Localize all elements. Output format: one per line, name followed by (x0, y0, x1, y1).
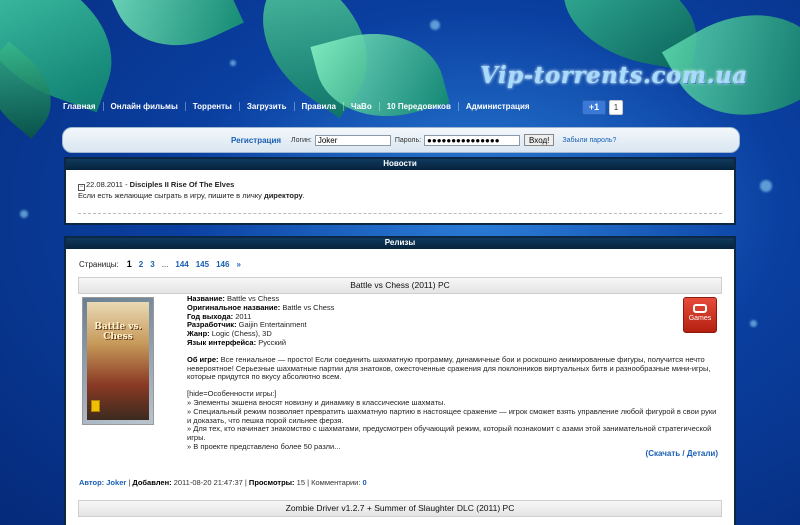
nav-rules[interactable]: Правила (295, 102, 344, 111)
news-text-end: . (302, 191, 305, 200)
release-info: Название: Battle vs Chess Оригинальное н… (187, 294, 719, 452)
main-nav: Главная Онлайн фильмы Торренты Загрузить… (56, 102, 537, 111)
release-title[interactable]: Zombie Driver v1.2.7 + Summer of Slaught… (78, 500, 722, 517)
page-link[interactable]: 2 (139, 260, 143, 269)
releases-panel: Релизы Страницы: 1 2 3 ... 144 145 146 »… (64, 236, 736, 525)
nav-online-films[interactable]: Онлайн фильмы (104, 102, 186, 111)
releases-header: Релизы (66, 238, 734, 249)
genre-value: Logic (Chess), 3D (211, 329, 272, 339)
lang-value: Русский (258, 337, 287, 347)
nav-torrents[interactable]: Торренты (186, 102, 240, 111)
login-label: Логин: (291, 136, 312, 144)
login-bar: Регистрация Логин: Пароль: Вход! Забыли … (62, 127, 740, 153)
download-details-link[interactable]: (Скачать / Детали) (646, 449, 718, 458)
pagination: Страницы: 1 2 3 ... 144 145 146 » (66, 249, 734, 269)
comments-count[interactable]: 0 (363, 478, 367, 487)
features-title: [hide=Особенности игры:] (187, 389, 277, 399)
expand-icon[interactable]: − (78, 184, 85, 191)
password-label: Пароль: (394, 136, 422, 144)
feature-item: » Для тех, кто начинает знакомство с шах… (187, 424, 712, 443)
page-link[interactable]: 3 (150, 260, 154, 269)
about-text: Все гениальное — просто! Если соединить … (187, 354, 711, 382)
page-current: 1 (126, 259, 132, 269)
news-text: Если есть желающие сыграть в игру, пишит… (78, 191, 262, 200)
news-item: −22.08.2011 - Disciples II Rise Of The E… (66, 170, 734, 214)
author-label: Автор: (79, 478, 105, 487)
author-link[interactable]: Joker (106, 478, 126, 487)
news-text-bold: директору (263, 191, 303, 200)
feature-item: » В проекте представлено более 50 разли.… (187, 441, 341, 451)
nav-top10[interactable]: 10 Передовиков (380, 102, 459, 111)
age-rating-icon (91, 400, 100, 412)
page-ellipsis: ... (161, 259, 169, 269)
page-link[interactable]: 144 (175, 260, 188, 269)
release-title[interactable]: Battle vs Chess (2011) PC (78, 277, 722, 294)
views-label: Просмотры: (248, 478, 295, 487)
name-value: Battle vs Chess (227, 294, 280, 303)
gplus-button[interactable]: +1 (582, 100, 606, 115)
views-value: 15 (296, 478, 305, 487)
cover-art: Battle vs. Chess (87, 302, 149, 420)
forgot-password-link[interactable]: Забыли пароль? (562, 137, 616, 144)
orig-label: Оригинальное название: (187, 302, 281, 312)
comments-label: Комментарии: (311, 478, 361, 487)
gplus-widget: +1 1 (582, 100, 623, 115)
login-input[interactable] (314, 134, 391, 146)
news-title[interactable]: Disciples II Rise Of The Elves (130, 180, 235, 189)
gplus-count: 1 (609, 100, 623, 115)
about-label: Об игре: (187, 354, 219, 364)
feature-item: » Специальный режим позволяет превратить… (187, 406, 717, 425)
login-button[interactable]: Вход! (524, 134, 555, 146)
page-link[interactable]: 145 (196, 260, 209, 269)
page-link[interactable]: 146 (216, 260, 229, 269)
year-label: Год выхода: (187, 311, 234, 321)
pages-label: Страницы: (79, 259, 119, 269)
register-link[interactable]: Регистрация (231, 136, 281, 145)
nav-upload[interactable]: Загрузить (240, 102, 295, 111)
cover-text: Battle vs. Chess (94, 322, 142, 342)
added-value: 2011-08-20 21:47:37 (173, 478, 243, 487)
site-logo[interactable]: Vip-torrents.com.ua (480, 62, 748, 89)
feature-item: » Элементы экшена вносят новизну и динам… (187, 397, 446, 407)
orig-value: Battle vs Chess (282, 302, 335, 312)
page-next[interactable]: » (236, 260, 240, 269)
dev-label: Разработчик: (187, 320, 237, 330)
genre-label: Жанр: (187, 329, 210, 339)
nav-home[interactable]: Главная (56, 102, 104, 111)
news-header: Новости (66, 159, 734, 170)
release-cover-image[interactable]: Battle vs. Chess (82, 297, 154, 425)
nav-administration[interactable]: Администрация (459, 102, 537, 111)
year-value: 2011 (235, 311, 252, 321)
added-label: Добавлен: (132, 478, 172, 487)
password-input[interactable] (424, 134, 521, 146)
release-meta: Автор: Joker | Добавлен: 2011-08-20 21:4… (79, 478, 367, 487)
nav-faq[interactable]: ЧаВо (344, 102, 380, 111)
divider (78, 213, 722, 214)
news-panel: Новости −22.08.2011 - Disciples II Rise … (64, 157, 736, 225)
dev-value: Gaijin Entertainment (238, 320, 307, 330)
lang-label: Язык интерфейса: (187, 337, 257, 347)
news-date: 22.08.2011 (86, 180, 123, 189)
name-label: Название: (187, 294, 225, 303)
